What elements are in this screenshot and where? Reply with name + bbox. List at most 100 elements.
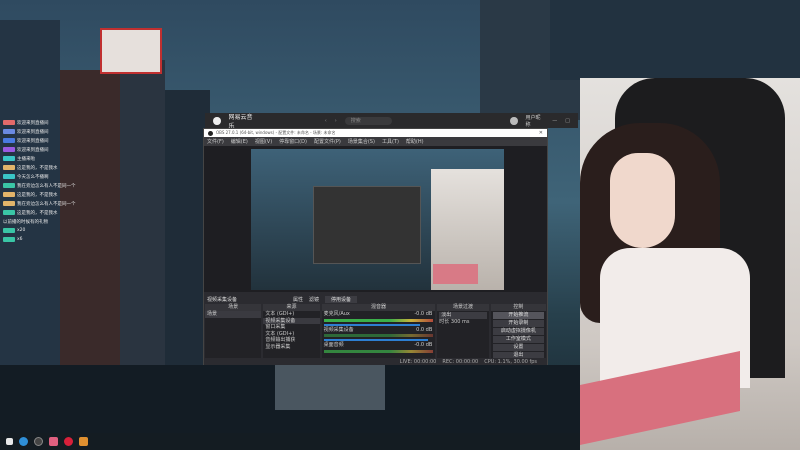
chat-message: 我在旁边怎么有人不是同一个 bbox=[0, 199, 105, 208]
settings-button[interactable]: 设置 bbox=[492, 343, 544, 351]
mixer-channel-name: 视频采集设备 bbox=[323, 326, 354, 333]
chat-message: 主播来啦 bbox=[0, 154, 105, 163]
volume-slider[interactable] bbox=[323, 323, 421, 326]
live-status: LIVE: 00:00:00 bbox=[399, 358, 437, 365]
chat-message: 以前播的时候有的礼物 bbox=[3, 219, 48, 225]
controls-header: 控制 bbox=[490, 304, 546, 311]
chat-message: 欢迎来到直播间 bbox=[0, 127, 105, 136]
chat-message: 欢迎来到直播间 bbox=[0, 136, 105, 145]
edge-icon[interactable] bbox=[19, 437, 28, 446]
user-avatar[interactable] bbox=[509, 116, 518, 125]
menu-tools[interactable]: 工具(T) bbox=[382, 138, 399, 145]
cpu-status: CPU: 1.1%, 30.00 fps bbox=[484, 358, 537, 365]
back-icon[interactable]: ‹ bbox=[325, 118, 327, 124]
chat-message: 欢迎来到直播间 bbox=[0, 145, 105, 154]
mixer-channel-db: -0.0 dB bbox=[414, 342, 433, 348]
user-name[interactable]: 用户昵称 bbox=[526, 114, 545, 128]
source-toolbar: 视频采集设备 属性 滤镜 停用设备 bbox=[204, 294, 547, 304]
webcam-feed bbox=[580, 78, 800, 450]
minimize-icon[interactable]: — bbox=[552, 118, 557, 124]
start-recording-button[interactable]: 开始录制 bbox=[492, 319, 544, 327]
obs-title: OBS 27.0.1 (64-bit, windows) - 配置文件: 未命名… bbox=[216, 130, 336, 135]
mixer-channel-name: 桌面音频 bbox=[323, 342, 344, 348]
wallpaper-sign bbox=[100, 28, 162, 74]
chat-gift: x20 bbox=[0, 226, 105, 235]
mixer-channel: 麦克风/Aux -0.0 dB bbox=[322, 311, 436, 318]
obs-menubar: 文件(F) 编辑(E) 视图(V) 停靠窗口(D) 配置文件(P) 场景集合(S… bbox=[204, 137, 547, 146]
deactivate-button[interactable]: 停用设备 bbox=[325, 295, 358, 303]
audio-mixer-panel: 混音器 麦克风/Aux -0.0 dB 视频采集设备 0.0 dB 桌面音频 -… bbox=[321, 304, 436, 359]
properties-button[interactable]: 属性 bbox=[293, 296, 303, 303]
nested-obs-preview bbox=[313, 186, 421, 264]
netease-window-titlebar[interactable]: 网易云音乐 ‹ › 搜索 用户昵称 — □ bbox=[205, 113, 578, 130]
chat-message: 这是我的，不是我水 bbox=[0, 208, 105, 217]
mixer-channel: 视频采集设备 0.0 dB bbox=[322, 327, 436, 334]
netease-taskbar-icon[interactable] bbox=[64, 437, 73, 446]
filters-button[interactable]: 滤镜 bbox=[309, 296, 319, 303]
source-label: 视频采集设备 bbox=[207, 296, 238, 303]
duration-value[interactable]: 300 ms bbox=[451, 319, 470, 325]
transitions-header: 场景过渡 bbox=[437, 304, 489, 311]
taskbar bbox=[0, 433, 580, 450]
app-icon-orange[interactable] bbox=[79, 437, 88, 446]
start-icon[interactable] bbox=[6, 438, 13, 445]
volume-meter bbox=[323, 349, 434, 353]
obs-logo-icon bbox=[208, 130, 213, 136]
preview-keyboard bbox=[433, 264, 478, 284]
preview-canvas bbox=[251, 149, 504, 290]
close-icon[interactable]: ✕ bbox=[539, 130, 543, 136]
rec-status: REC: 00:00:00 bbox=[442, 358, 479, 365]
chat-message: 欢迎来到直播间 bbox=[0, 118, 105, 127]
duration-field[interactable]: 时长 300 ms bbox=[437, 319, 488, 326]
menu-profile[interactable]: 配置文件(P) bbox=[314, 138, 341, 145]
sources-panel: 来源 文本 (GDI+) 视频采集设备 窗口采集 文本 (GDI+) 音频输出捕… bbox=[263, 304, 320, 359]
studio-mode-button[interactable]: 工作室模式 bbox=[492, 335, 544, 343]
netease-logo-icon bbox=[213, 116, 221, 125]
mixer-channel: 桌面音频 -0.0 dB bbox=[322, 342, 436, 349]
mixer-header: 混音器 bbox=[321, 304, 436, 311]
volume-slider[interactable] bbox=[323, 339, 429, 341]
maximize-icon[interactable]: □ bbox=[565, 118, 570, 124]
menu-docks[interactable]: 停靠窗口(D) bbox=[279, 138, 307, 145]
transitions-panel: 场景过渡 淡出 时长 300 ms bbox=[437, 304, 489, 359]
obs-taskbar-icon[interactable] bbox=[34, 437, 43, 446]
chat-overlay: 欢迎来到直播间 欢迎来到直播间 欢迎来到直播间 欢迎来到直播间 主播来啦 这是我… bbox=[0, 118, 105, 244]
streamer-face bbox=[610, 153, 675, 248]
chat-gift: x6 bbox=[0, 235, 105, 244]
menu-edit[interactable]: 编辑(E) bbox=[231, 138, 248, 145]
obs-preview[interactable] bbox=[204, 146, 547, 292]
obs-window[interactable]: OBS 27.0.1 (64-bit, windows) - 配置文件: 未命名… bbox=[203, 128, 548, 365]
netease-app-name: 网易云音乐 bbox=[228, 113, 253, 130]
menu-view[interactable]: 视图(V) bbox=[255, 138, 272, 145]
chat-message: 今天怎么不播啊 bbox=[0, 172, 105, 181]
obs-statusbar: LIVE: 00:00:00 REC: 00:00:00 CPU: 1.1%, … bbox=[204, 358, 547, 365]
transition-select[interactable]: 淡出 bbox=[439, 311, 487, 319]
source-item[interactable]: 显示器采集 bbox=[263, 344, 319, 351]
volume-meter bbox=[323, 334, 434, 337]
search-input[interactable]: 搜索 bbox=[344, 116, 392, 125]
virtual-camera-button[interactable]: 启动虚拟摄像机 bbox=[492, 327, 544, 335]
app-icon-pink[interactable] bbox=[49, 437, 58, 446]
duration-label: 时长 bbox=[439, 319, 450, 325]
volume-meter bbox=[323, 318, 434, 322]
wallpaper-boat bbox=[275, 365, 385, 410]
menu-file[interactable]: 文件(F) bbox=[207, 138, 224, 145]
chat-message: 这是我的，不是我水 bbox=[0, 190, 105, 199]
wallpaper-building bbox=[550, 0, 800, 80]
obs-titlebar[interactable]: OBS 27.0.1 (64-bit, windows) - 配置文件: 未命名… bbox=[204, 129, 547, 137]
controls-panel: 控制 开始推流 开始录制 启动虚拟摄像机 工作室模式 设置 退出 bbox=[490, 304, 546, 359]
obs-docks: 场景 场景 来源 文本 (GDI+) 视频采集设备 窗口采集 文本 (GDI+)… bbox=[204, 304, 547, 359]
chat-message: 我在旁边怎么有人不是同一个 bbox=[0, 181, 105, 190]
chat-message: 这是我的，不是我水 bbox=[0, 163, 105, 172]
mixer-channel-name: 麦克风/Aux bbox=[323, 311, 350, 317]
start-streaming-button[interactable]: 开始推流 bbox=[492, 311, 544, 319]
menu-help[interactable]: 帮助(H) bbox=[406, 138, 424, 145]
scenes-panel: 场景 场景 bbox=[205, 304, 262, 359]
mixer-channel-db: -0.0 dB bbox=[414, 311, 433, 317]
mixer-channel-db: 0.0 dB bbox=[416, 326, 433, 333]
scenes-header: 场景 bbox=[205, 304, 262, 311]
forward-icon[interactable]: › bbox=[335, 118, 337, 124]
sources-header: 来源 bbox=[263, 304, 320, 311]
scene-item[interactable]: 场景 bbox=[205, 311, 262, 318]
menu-scene-collection[interactable]: 场景集合(S) bbox=[348, 138, 375, 145]
